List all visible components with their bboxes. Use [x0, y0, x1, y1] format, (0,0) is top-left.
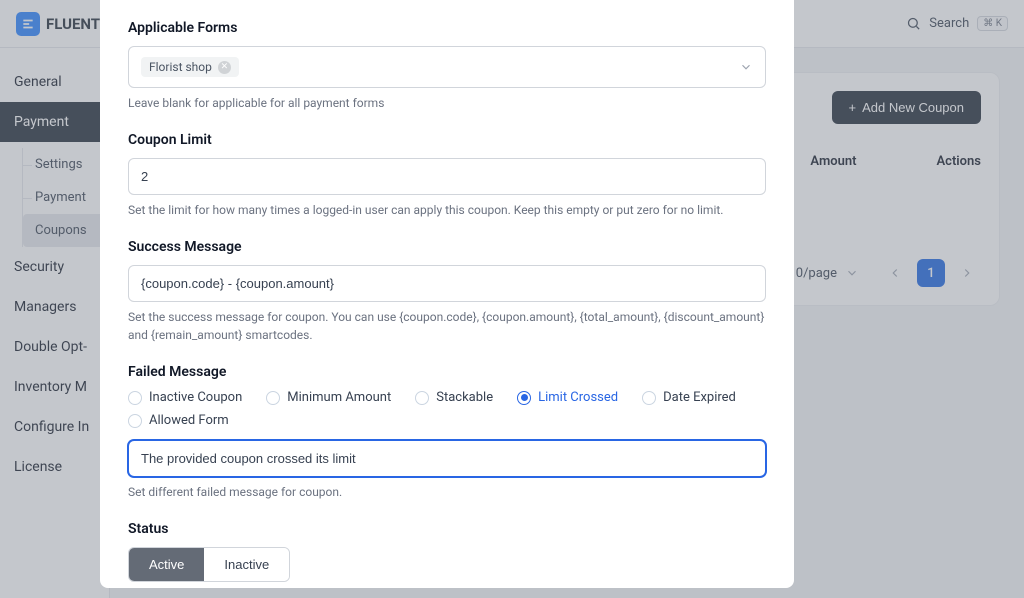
form-tag-florist: Florist shop ✕ [141, 57, 239, 77]
applicable-forms-hint: Leave blank for applicable for all payme… [128, 94, 766, 112]
radio-limit-crossed[interactable]: Limit Crossed [517, 390, 618, 405]
coupon-edit-modal: Applicable Forms Florist shop ✕ Leave bl… [100, 0, 794, 588]
radio-stackable[interactable]: Stackable [415, 390, 493, 405]
radio-dot-icon [415, 391, 429, 405]
radio-allowed-form[interactable]: Allowed Form [128, 413, 229, 428]
radio-dot-icon [128, 391, 142, 405]
radio-date-expired[interactable]: Date Expired [642, 390, 736, 405]
radio-dot-icon [517, 391, 531, 405]
status-toggle: Active Inactive [128, 547, 290, 582]
success-message-input[interactable] [128, 265, 766, 302]
failed-message-hint: Set different failed message for coupon. [128, 483, 766, 501]
radio-dot-icon [128, 414, 142, 428]
chevron-down-icon [739, 60, 753, 74]
radio-dot-icon [642, 391, 656, 405]
form-tag-label: Florist shop [149, 60, 212, 74]
applicable-forms-select[interactable]: Florist shop ✕ [128, 46, 766, 88]
coupon-limit-hint: Set the limit for how many times a logge… [128, 201, 766, 219]
success-message-label: Success Message [128, 239, 766, 255]
applicable-forms-label: Applicable Forms [128, 20, 766, 36]
failed-message-radios: Inactive Coupon Minimum Amount Stackable… [128, 390, 766, 428]
failed-message-label: Failed Message [128, 364, 766, 380]
status-active-button[interactable]: Active [129, 548, 204, 581]
success-message-hint: Set the success message for coupon. You … [128, 308, 766, 344]
coupon-limit-label: Coupon Limit [128, 132, 766, 148]
coupon-limit-input[interactable] [128, 158, 766, 195]
radio-dot-icon [266, 391, 280, 405]
radio-inactive-coupon[interactable]: Inactive Coupon [128, 390, 242, 405]
failed-message-input[interactable] [128, 440, 766, 477]
tag-remove-icon[interactable]: ✕ [218, 61, 231, 74]
status-label: Status [128, 521, 766, 537]
radio-minimum-amount[interactable]: Minimum Amount [266, 390, 391, 405]
status-inactive-button[interactable]: Inactive [204, 548, 289, 581]
